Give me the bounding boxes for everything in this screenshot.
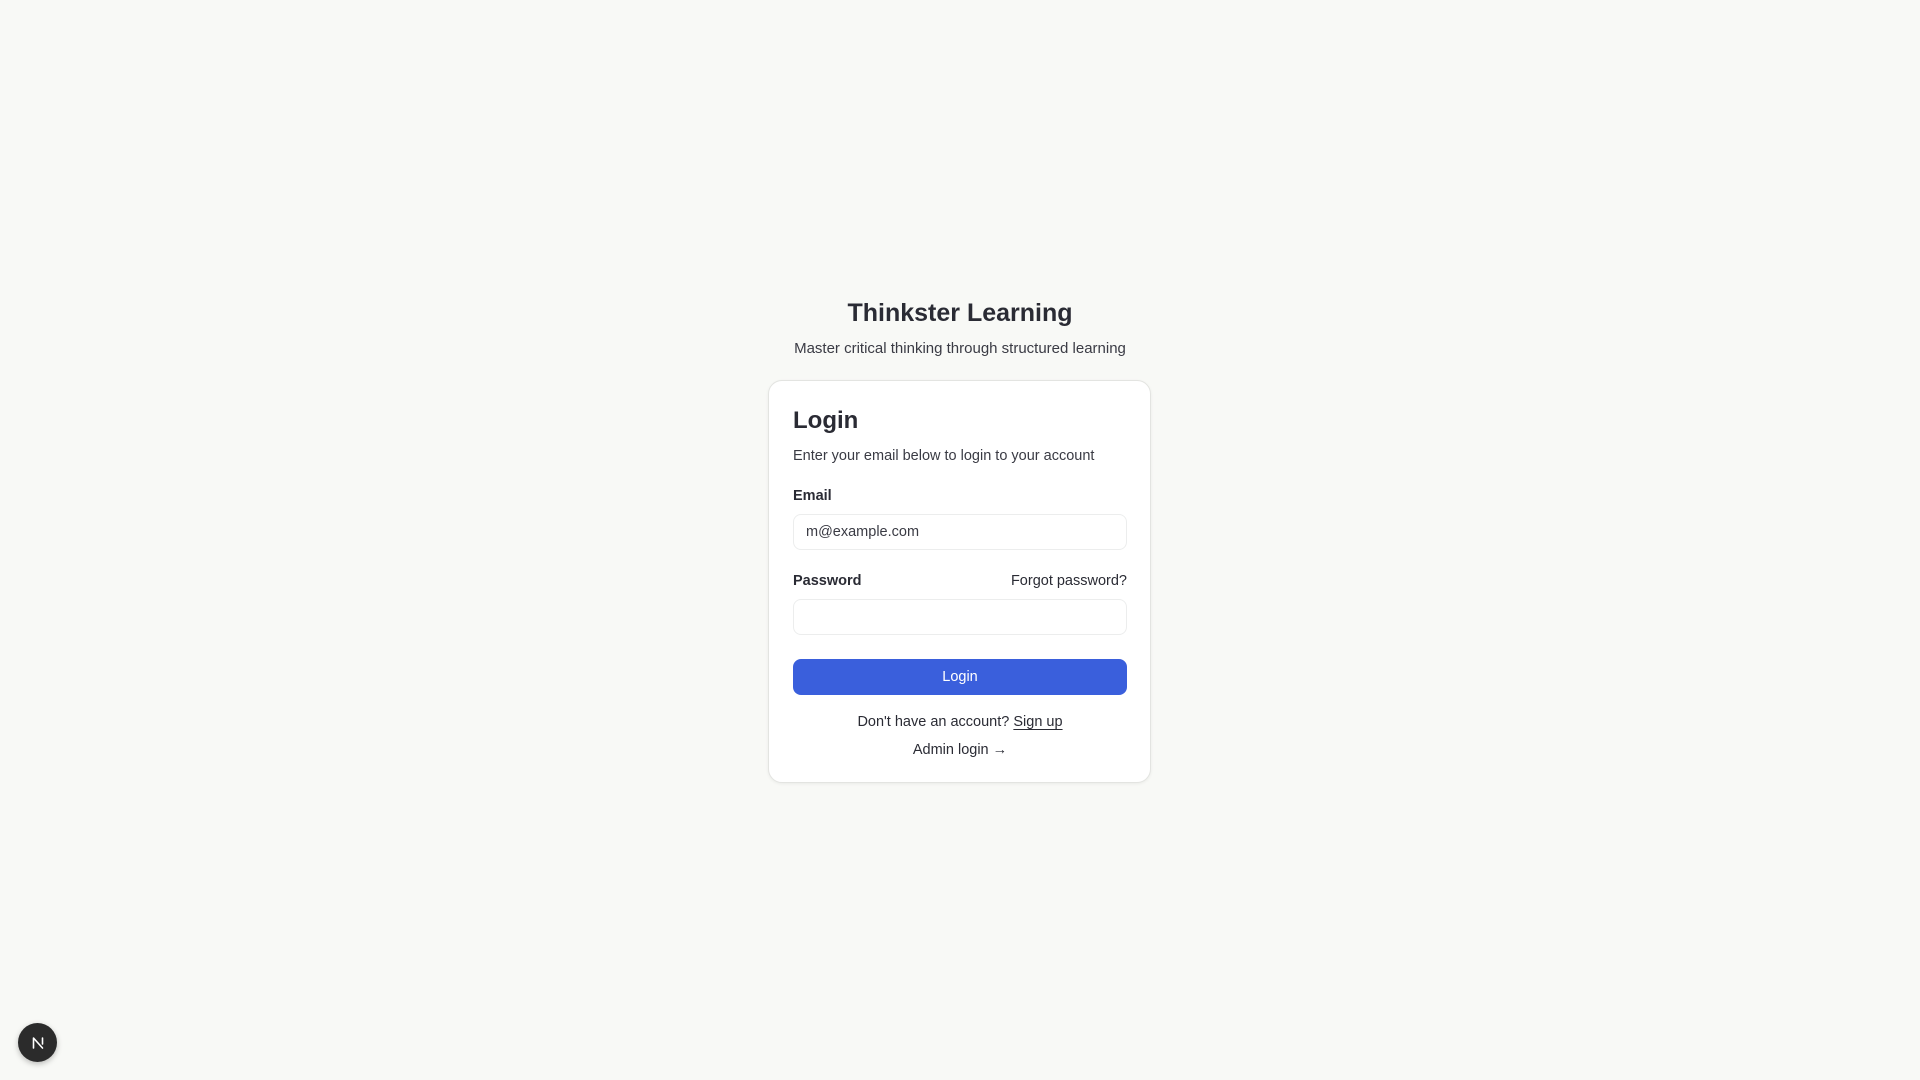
page-header: Thinkster Learning Master critical think… [0,296,1920,359]
login-button[interactable]: Login [793,659,1127,695]
login-card: Login Enter your email below to login to… [768,380,1151,783]
admin-login-link[interactable]: Admin login → [913,742,1007,758]
signup-prompt: Don't have an account? [857,714,1010,730]
admin-row: Admin login → [793,740,1127,760]
nextjs-logo-icon [32,1036,43,1049]
password-label-row: Password Forgot password? [793,571,1127,591]
login-card-title: Login [793,407,859,434]
password-label: Password [793,573,862,589]
email-input[interactable] [793,514,1127,550]
signup-row: Don't have an account? Sign up [793,712,1127,732]
app-subtitle: Master critical thinking through structu… [794,340,1126,357]
login-page: Thinkster Learning Master critical think… [0,0,1920,1080]
login-card-description: Enter your email below to login to your … [793,448,1095,464]
email-label: Email [793,488,832,504]
nextjs-dev-badge[interactable] [18,1023,57,1062]
email-label-row: Email [793,486,1126,506]
forgot-password-link[interactable]: Forgot password? [1011,573,1127,589]
app-title: Thinkster Learning [847,299,1073,327]
signup-link[interactable]: Sign up [1013,714,1062,730]
password-input[interactable] [793,599,1127,635]
